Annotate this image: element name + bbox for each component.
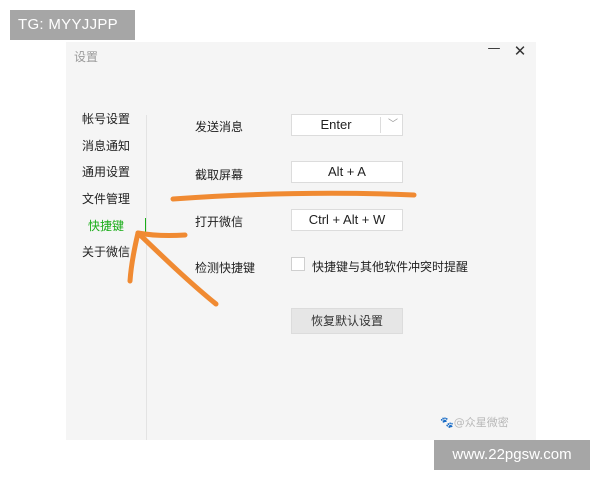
send-message-select[interactable]: Enter ﹀ — [291, 114, 403, 136]
sidebar-item-notifications[interactable]: 消息通知 — [82, 137, 130, 154]
conflict-alert-checkbox[interactable] — [291, 257, 305, 271]
conflict-alert-label: 快捷键与其他软件冲突时提醒 — [312, 260, 469, 274]
close-button[interactable]: ✕ — [510, 42, 530, 62]
screenshot-shortcut-field[interactable]: Alt + A — [291, 161, 403, 183]
open-wechat-label: 打开微信 — [195, 215, 244, 229]
sidebar-divider — [146, 115, 147, 440]
chevron-down-icon[interactable]: ﹀ — [384, 115, 402, 135]
open-wechat-shortcut-field[interactable]: Ctrl + Alt + W — [291, 209, 403, 231]
settings-window: 设置 — ✕ — [66, 42, 536, 440]
screenshot-label: 截取屏幕 — [195, 168, 244, 182]
minimize-button[interactable]: — — [484, 42, 504, 62]
send-message-value: Enter — [320, 117, 352, 132]
window-title: 设置 — [74, 50, 99, 64]
send-message-label: 发送消息 — [195, 120, 244, 134]
select-separator — [380, 117, 381, 133]
restore-defaults-button[interactable]: 恢复默认设置 — [291, 308, 403, 334]
site-badge: www.22pgsw.com — [434, 440, 590, 470]
sidebar-item-general[interactable]: 通用设置 — [82, 163, 130, 180]
sidebar-item-account[interactable]: 帐号设置 — [82, 110, 130, 127]
tg-badge: TG: MYYJJPP — [10, 10, 135, 40]
inner-watermark: 🐾@众星微密 — [440, 416, 509, 429]
sidebar-item-shortcuts[interactable]: 快捷键 — [88, 217, 124, 234]
sidebar-item-about[interactable]: 关于微信 — [82, 243, 130, 260]
sidebar-item-files[interactable]: 文件管理 — [82, 190, 130, 207]
detect-shortcuts-label: 检测快捷键 — [195, 261, 256, 275]
